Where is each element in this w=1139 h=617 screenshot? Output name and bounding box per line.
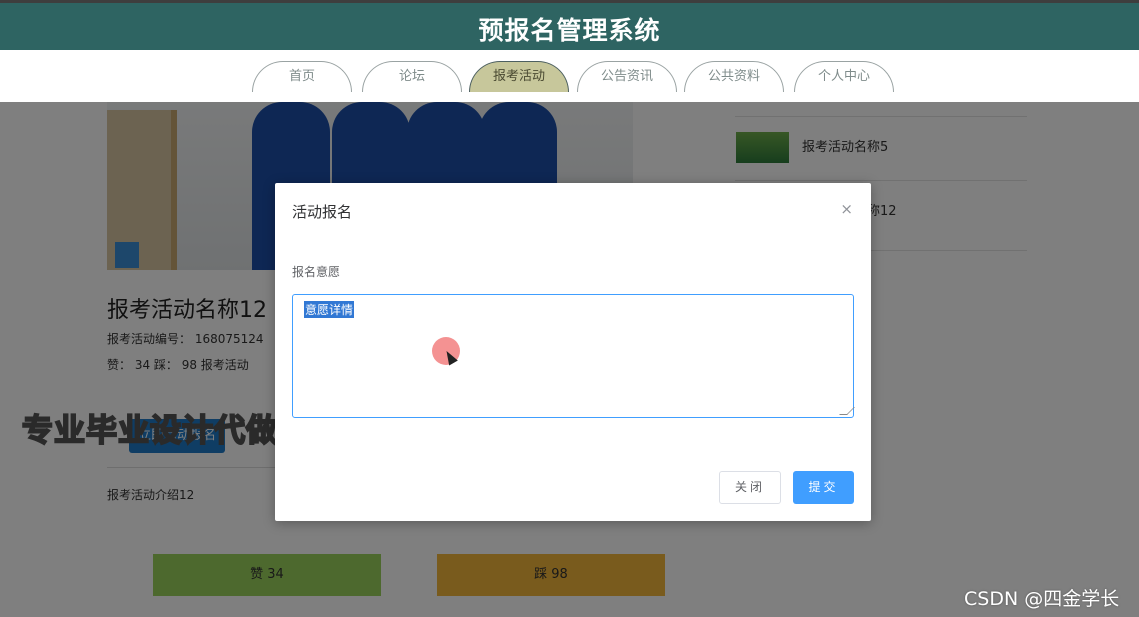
main-nav: 首页 论坛 报考活动 公告资讯 公共资料 个人中心 (0, 50, 1139, 102)
tab-exam-activity[interactable]: 报考活动 (469, 61, 569, 92)
close-icon[interactable]: × (840, 201, 853, 217)
intention-label: 报名意愿 (292, 265, 341, 279)
tab-forum[interactable]: 论坛 (362, 61, 462, 92)
dialog-title: 活动报名 (292, 203, 353, 221)
tab-home[interactable]: 首页 (252, 61, 352, 92)
signup-dialog: 活动报名 × 报名意愿 意愿详情 关闭 提交 (275, 183, 871, 521)
tab-personal-center[interactable]: 个人中心 (794, 61, 894, 92)
tab-public-materials[interactable]: 公共资料 (684, 61, 784, 92)
site-header: 预报名管理系统 (0, 0, 1139, 50)
submit-button[interactable]: 提交 (793, 471, 854, 504)
watermark-right: CSDN @四金学长 (964, 588, 1120, 610)
intention-textarea[interactable]: 意愿详情 (292, 294, 855, 418)
textarea-selected-text: 意愿详情 (304, 301, 355, 318)
site-title: 预报名管理系统 (478, 16, 661, 45)
tab-announcements[interactable]: 公告资讯 (577, 61, 677, 92)
close-button[interactable]: 关闭 (719, 471, 781, 504)
resize-handle-icon[interactable] (839, 407, 855, 415)
